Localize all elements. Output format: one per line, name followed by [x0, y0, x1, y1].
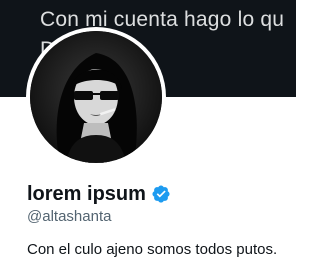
display-name: lorem ipsum: [27, 183, 146, 205]
avatar[interactable]: [30, 31, 162, 163]
profile-bio: Con el culo ajeno somos todos putos.: [27, 241, 278, 258]
avatar-ring: [26, 27, 166, 167]
verified-badge-icon[interactable]: [151, 184, 171, 204]
name-row: lorem ipsum: [27, 183, 171, 205]
avatar-photo: [30, 31, 162, 163]
user-handle: @altashanta: [27, 208, 112, 225]
banner-text-line-1: Con mi cuenta hago lo qu: [40, 8, 285, 31]
